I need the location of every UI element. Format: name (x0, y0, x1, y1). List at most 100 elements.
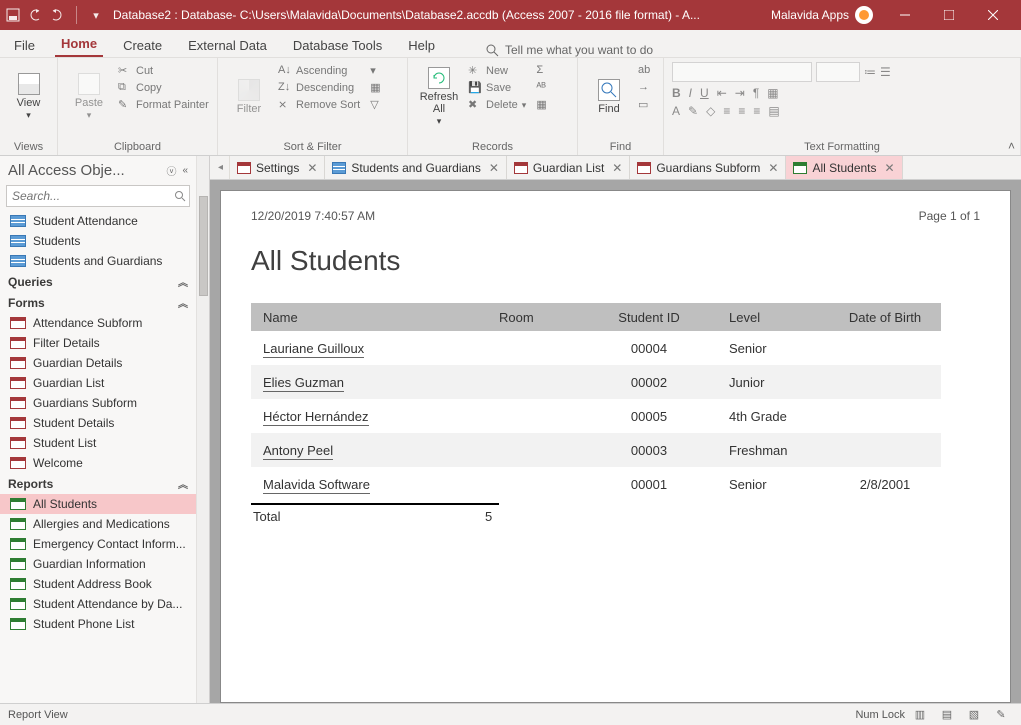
navigation-pane: All Access Obje... ⓥ « Student Attendanc… (0, 156, 210, 703)
tab-close-icon[interactable]: ✕ (882, 161, 895, 175)
menu-home[interactable]: Home (55, 32, 103, 57)
nav-menu-icon[interactable]: ⓥ (166, 163, 176, 178)
nav-item-table[interactable]: Student Attendance (0, 211, 196, 231)
doc-tab[interactable]: Students and Guardians ✕ (325, 156, 506, 179)
view-print-icon[interactable]: ▤ (935, 706, 959, 724)
nav-item-report[interactable]: Emergency Contact Inform... (0, 534, 196, 554)
tab-close-icon[interactable]: ✕ (609, 161, 622, 175)
report-icon (10, 618, 26, 630)
filter-button: Filter (226, 62, 272, 132)
collapse-ribbon-button[interactable]: ˄ (1008, 139, 1015, 153)
nav-item-report[interactable]: Guardian Information (0, 554, 196, 574)
align-right-icon: ≡ (753, 104, 760, 118)
save-icon[interactable] (6, 8, 20, 22)
tab-scroll-left[interactable]: ◂ (212, 156, 230, 179)
nav-item-table[interactable]: Students and Guardians (0, 251, 196, 271)
menu-bar: File Home Create External Data Database … (0, 30, 1021, 58)
nav-item-report[interactable]: All Students (0, 494, 196, 514)
table-row[interactable]: Antony Peel 00003 Freshman (251, 433, 941, 467)
form-icon (10, 337, 26, 349)
form-icon (10, 437, 26, 449)
nav-item-form[interactable]: Attendance Subform (0, 313, 196, 333)
nav-item-form[interactable]: Student Details (0, 413, 196, 433)
find-icon (598, 79, 620, 101)
nav-collapse-icon[interactable]: « (182, 165, 188, 176)
doc-tab[interactable]: Guardian List ✕ (507, 156, 630, 179)
table-row[interactable]: Malavida Software 00001 Senior 2/8/2001 (251, 467, 941, 501)
descending-button: Z↓Descending (278, 81, 360, 95)
menu-file[interactable]: File (8, 34, 41, 57)
form-icon (10, 397, 26, 409)
nav-item-table[interactable]: Students (0, 231, 196, 251)
maximize-button[interactable] (927, 0, 971, 30)
qat-customize-icon[interactable]: ▾ (89, 8, 103, 22)
nav-scrollbar[interactable] (196, 156, 209, 703)
student-name-link[interactable]: Elies Guzman (263, 375, 344, 392)
nav-item-report[interactable]: Student Address Book (0, 574, 196, 594)
report-icon (10, 518, 26, 530)
doc-tab[interactable]: Guardians Subform ✕ (630, 156, 786, 179)
tab-close-icon[interactable]: ✕ (304, 161, 317, 175)
nav-item-report[interactable]: Allergies and Medications (0, 514, 196, 534)
doc-tab[interactable]: All Students ✕ (786, 156, 902, 179)
undo-icon[interactable] (28, 8, 42, 22)
table-row[interactable]: Elies Guzman 00002 Junior (251, 365, 941, 399)
student-name-link[interactable]: Lauriane Guilloux (263, 341, 364, 358)
nav-title[interactable]: All Access Obje... (8, 162, 125, 179)
view-design-icon[interactable]: ✎ (989, 706, 1013, 724)
table-row[interactable]: Héctor Hernández 00005 4th Grade (251, 399, 941, 433)
student-name-link[interactable]: Héctor Hernández (263, 409, 369, 426)
view-button[interactable]: View▾ (8, 62, 49, 132)
window-title: Database2 : Database- C:\Users\Malavida\… (113, 8, 753, 22)
nav-search[interactable] (6, 185, 190, 207)
nav-item-form[interactable]: Guardians Subform (0, 393, 196, 413)
student-name-link[interactable]: Antony Peel (263, 443, 333, 460)
nav-section-queries[interactable]: Queries︽ (0, 271, 196, 292)
view-layout-icon[interactable]: ▧ (962, 706, 986, 724)
minimize-button[interactable] (883, 0, 927, 30)
spelling-button: ᴬᴮ (536, 81, 550, 95)
table-row[interactable]: Lauriane Guilloux 00004 Senior (251, 331, 941, 365)
nav-item-report[interactable]: Student Attendance by Da... (0, 594, 196, 614)
sort-asc-icon: A↓ (278, 64, 292, 78)
apps-link[interactable]: Malavida Apps (771, 6, 873, 24)
close-button[interactable] (971, 0, 1015, 30)
rpt-icon (793, 162, 807, 174)
student-name-link[interactable]: Malavida Software (263, 477, 370, 494)
tell-me-search[interactable]: Tell me what you want to do (485, 43, 653, 57)
group-records: Records (416, 139, 569, 153)
nav-item-form[interactable]: Filter Details (0, 333, 196, 353)
delete-icon: ✖ (468, 98, 482, 112)
goto-button: → (638, 81, 652, 95)
chevron-icon: ︽ (178, 295, 188, 310)
nav-item-form[interactable]: Welcome (0, 453, 196, 473)
menu-help[interactable]: Help (402, 34, 441, 57)
menu-create[interactable]: Create (117, 34, 168, 57)
tab-close-icon[interactable]: ✕ (486, 161, 499, 175)
menu-database-tools[interactable]: Database Tools (287, 34, 388, 57)
ribbon: View▾ Views Paste▾ ✂Cut ⧉Copy ✎Format Pa… (0, 58, 1021, 156)
scroll-thumb[interactable] (199, 196, 208, 296)
find-button[interactable]: Find (586, 62, 632, 132)
nav-section-reports[interactable]: Reports︽ (0, 473, 196, 494)
nav-section-forms[interactable]: Forms︽ (0, 292, 196, 313)
font-size-select (816, 62, 860, 82)
form-icon (10, 377, 26, 389)
nav-search-input[interactable] (7, 189, 174, 203)
group-views: Views (8, 139, 49, 153)
col-student-id: Student ID (589, 310, 709, 325)
frm-icon (514, 162, 528, 174)
search-icon[interactable] (174, 190, 189, 202)
ascending-button: A↓Ascending (278, 64, 360, 78)
nav-item-report[interactable]: Student Phone List (0, 614, 196, 634)
doc-tab[interactable]: Settings ✕ (230, 156, 325, 179)
tab-close-icon[interactable]: ✕ (765, 161, 778, 175)
view-report-icon[interactable]: ▥ (908, 706, 932, 724)
nav-item-form[interactable]: Guardian Details (0, 353, 196, 373)
indent-inc-icon: ⇥ (735, 86, 745, 100)
refresh-all-button[interactable]: Refresh All▾ (416, 62, 462, 132)
redo-icon[interactable] (50, 8, 64, 22)
menu-external-data[interactable]: External Data (182, 34, 273, 57)
nav-item-form[interactable]: Student List (0, 433, 196, 453)
nav-item-form[interactable]: Guardian List (0, 373, 196, 393)
